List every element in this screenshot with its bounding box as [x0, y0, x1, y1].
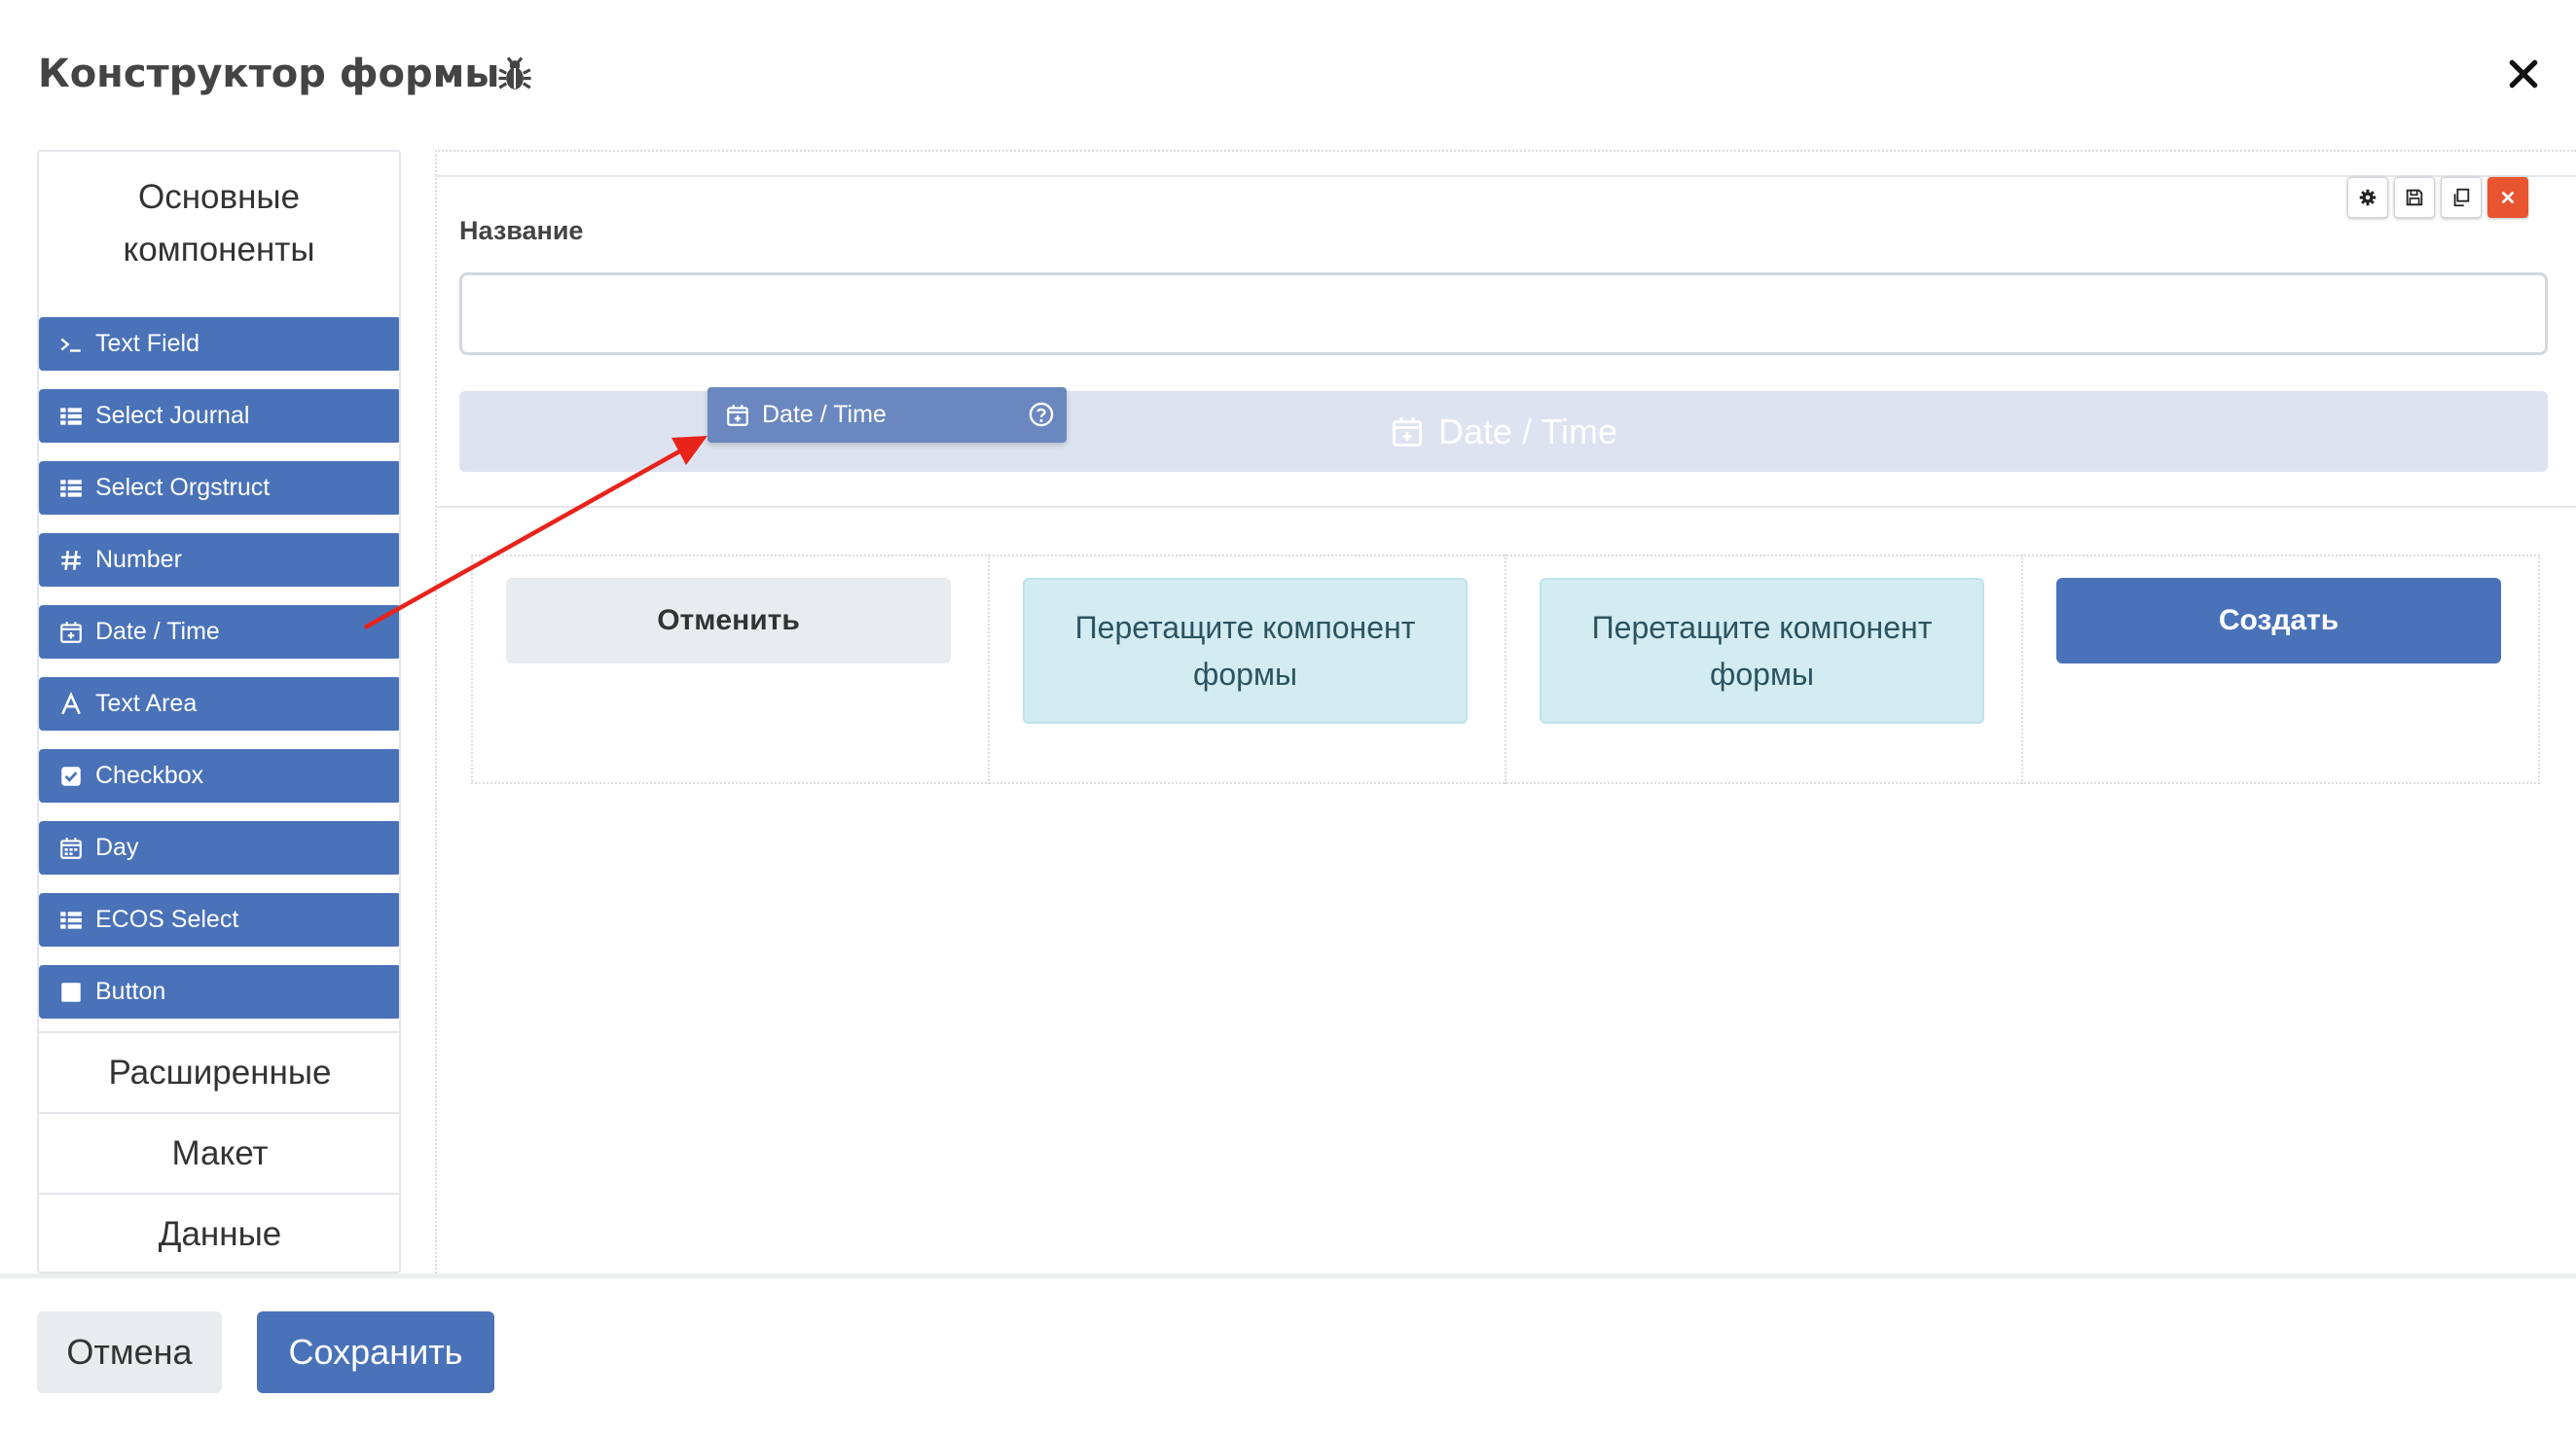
- sidebar-item-label: Text Area: [95, 690, 198, 717]
- sidebar-section-layout[interactable]: Макет: [39, 1112, 399, 1192]
- hash-icon: [58, 548, 84, 573]
- list-icon: [58, 908, 84, 933]
- save-icon[interactable]: [2394, 177, 2435, 218]
- sidebar-item-label: Button: [95, 978, 166, 1005]
- column-divider: [1505, 555, 1506, 784]
- sidebar-item-number[interactable]: Number: [39, 533, 399, 587]
- copy-icon[interactable]: [2441, 177, 2482, 218]
- drop-placeholder-column-2[interactable]: Перетащите компонент формы: [1023, 578, 1468, 724]
- cancel-button[interactable]: Отмена: [37, 1311, 222, 1393]
- sidebar-section-data[interactable]: Данные: [39, 1193, 399, 1272]
- calendar-plus-icon: [58, 620, 84, 645]
- drag-ghost-label: Date / Time: [762, 401, 887, 428]
- sidebar-item-text-area[interactable]: Text Area: [39, 677, 399, 731]
- sidebar-item-label: ECOS Select: [95, 906, 239, 933]
- form-cancel-button[interactable]: Отменить: [506, 578, 951, 663]
- square-icon: [58, 980, 84, 1005]
- calendar-icon: [58, 836, 84, 861]
- sidebar-item-select-orgstruct[interactable]: Select Orgstruct: [39, 461, 399, 515]
- sidebar-item-label: Select Orgstruct: [95, 474, 271, 501]
- modal-title: Конструктор формы: [38, 52, 500, 96]
- sidebar-item-label: Text Field: [95, 330, 200, 357]
- terminal-icon: [58, 332, 84, 357]
- list-icon: [58, 476, 84, 501]
- name-input[interactable]: [459, 272, 2548, 355]
- sidebar-item-label: Date / Time: [95, 618, 220, 645]
- modal-header: Конструктор формы: [0, 0, 2576, 146]
- sidebar-heading[interactable]: Основные компоненты: [39, 171, 399, 276]
- sidebar-item-label: Checkbox: [95, 762, 204, 789]
- sidebar-item-select-journal[interactable]: Select Journal: [39, 389, 399, 443]
- drop-zone-label: Date / Time: [1437, 411, 1618, 451]
- save-button[interactable]: Сохранить: [257, 1311, 494, 1393]
- column-divider: [988, 555, 990, 784]
- gear-icon[interactable]: [2347, 177, 2388, 218]
- sidebar-item-checkbox[interactable]: Checkbox: [39, 749, 399, 803]
- list-icon: [58, 404, 84, 429]
- calendar-plus-icon: [1392, 416, 1422, 447]
- dragged-component-date-time[interactable]: Date / Time: [707, 387, 1067, 443]
- question-circle-icon: [1029, 402, 1054, 427]
- components-sidebar: Основные компоненты Text Field Select Jo…: [37, 150, 401, 1273]
- check-square-icon: [58, 764, 84, 789]
- sidebar-item-label: Number: [95, 546, 182, 573]
- form-create-button[interactable]: Создать: [2056, 578, 2501, 663]
- sidebar-item-day[interactable]: Day: [39, 821, 399, 875]
- sidebar-item-label: Select Journal: [95, 402, 250, 429]
- close-icon[interactable]: [2504, 54, 2543, 93]
- sidebar-section-advanced[interactable]: Расширенные: [39, 1031, 399, 1111]
- field-label-name: Название: [459, 216, 584, 245]
- sidebar-item-text-field[interactable]: Text Field: [39, 317, 399, 371]
- font-icon: [58, 691, 84, 717]
- sidebar-item-ecos-select[interactable]: ECOS Select: [39, 893, 399, 947]
- calendar-plus-icon: [727, 404, 748, 426]
- column-divider: [2021, 555, 2023, 784]
- sidebar-item-button[interactable]: Button: [39, 965, 399, 1019]
- footer-divider: [0, 1273, 2576, 1278]
- sidebar-item-date-time[interactable]: Date / Time: [39, 605, 399, 659]
- sidebar-item-label: Day: [95, 834, 139, 861]
- drop-placeholder-column-3[interactable]: Перетащите компонент формы: [1540, 578, 1984, 724]
- remove-icon[interactable]: [2487, 177, 2528, 218]
- component-toolbar: [2347, 177, 2528, 218]
- bug-icon[interactable]: [494, 54, 535, 95]
